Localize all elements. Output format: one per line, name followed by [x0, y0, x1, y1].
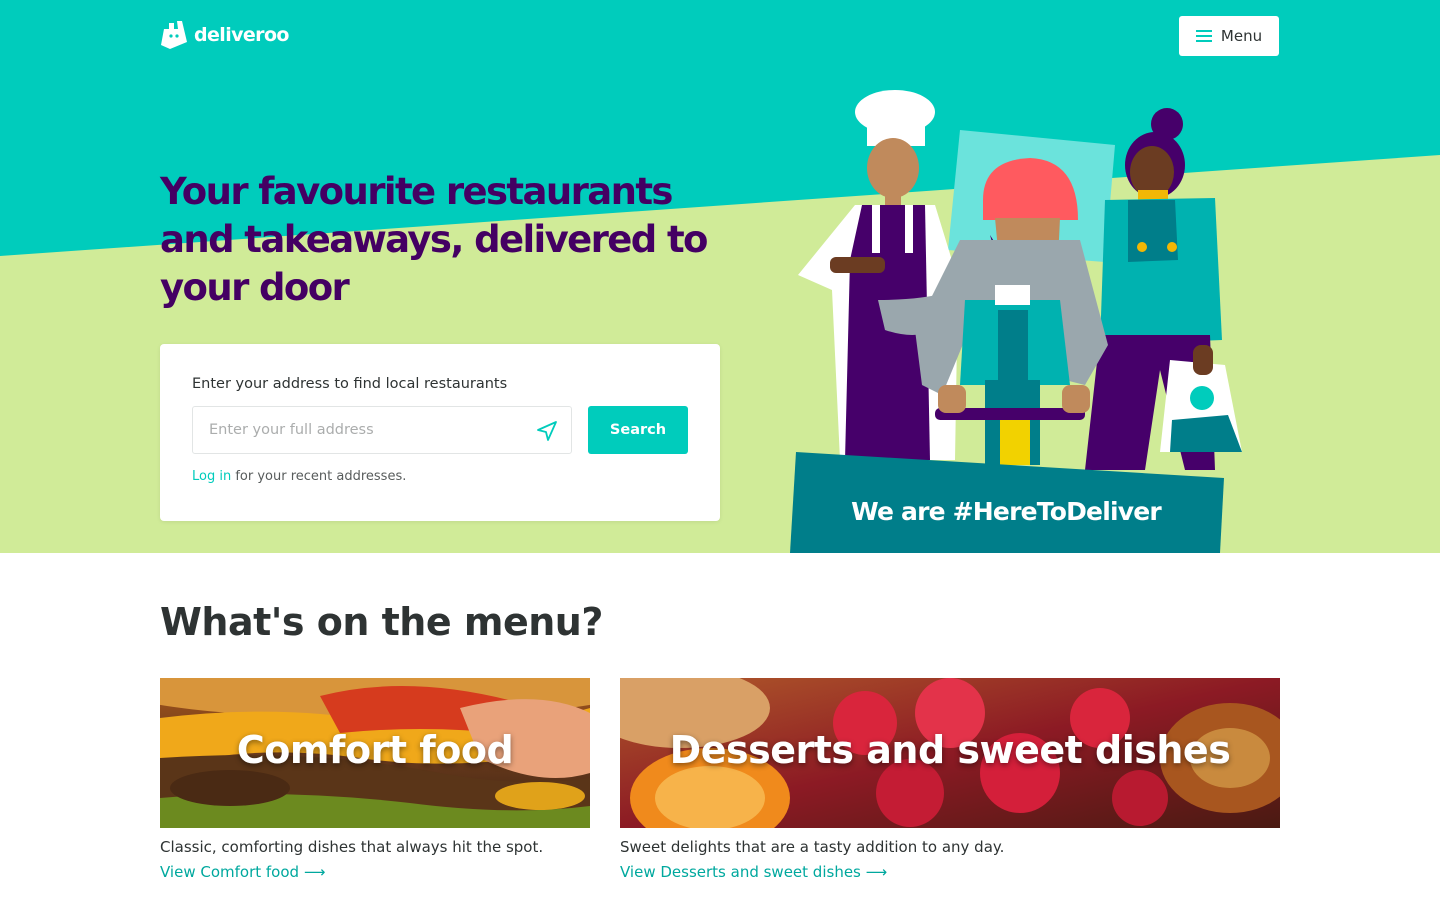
menu-card-desserts[interactable]: Desserts and sweet dishes Sweet delights…	[620, 678, 1280, 881]
hamburger-icon	[1195, 30, 1212, 42]
address-search-card: Enter your address to find local restaur…	[160, 344, 720, 521]
view-desserts-link[interactable]: View Desserts and sweet dishes ⟶	[620, 863, 887, 881]
address-input[interactable]	[193, 407, 523, 453]
login-hint-text: for your recent addresses.	[231, 469, 407, 484]
menu-card-comfort-food[interactable]: Comfort food Classic, comforting dishes …	[160, 678, 590, 881]
hero-title: Your favourite restaurants and takeaways…	[160, 170, 708, 309]
desserts-description: Sweet delights that are a tasty addition…	[620, 838, 1005, 856]
login-link[interactable]: Log in	[192, 469, 231, 484]
chef-figure	[798, 90, 958, 460]
locate-arrow-icon[interactable]	[536, 420, 558, 442]
menu-section-title: What's on the menu?	[160, 600, 603, 644]
login-hint: Log in for your recent addresses.	[192, 469, 406, 484]
logo-text: deliveroo	[194, 24, 289, 46]
here-to-deliver-banner: We are #HereToDeliver	[851, 497, 1162, 526]
comfort-food-image-title: Comfort food	[236, 728, 514, 772]
desserts-image-title: Desserts and sweet dishes	[669, 728, 1231, 772]
riders-illustration	[790, 90, 1242, 553]
deliveroo-logo-icon	[161, 21, 187, 49]
menu-button-label: Menu	[1220, 27, 1263, 45]
hero-section: deliveroo Menu Your favourite restaurant…	[0, 0, 1440, 553]
search-button[interactable]: Search	[588, 406, 688, 454]
address-search-label: Enter your address to find local restaur…	[192, 376, 508, 392]
view-comfort-food-link[interactable]: View Comfort food ⟶	[160, 863, 325, 881]
menu-button[interactable]: Menu	[1179, 16, 1279, 56]
comfort-food-description: Classic, comforting dishes that always h…	[160, 838, 544, 856]
deliveroo-logo[interactable]: deliveroo	[160, 20, 289, 50]
address-field	[192, 406, 572, 454]
comfort-food-image[interactable]: Comfort food	[160, 678, 590, 828]
desserts-image[interactable]: Desserts and sweet dishes	[620, 678, 1280, 828]
